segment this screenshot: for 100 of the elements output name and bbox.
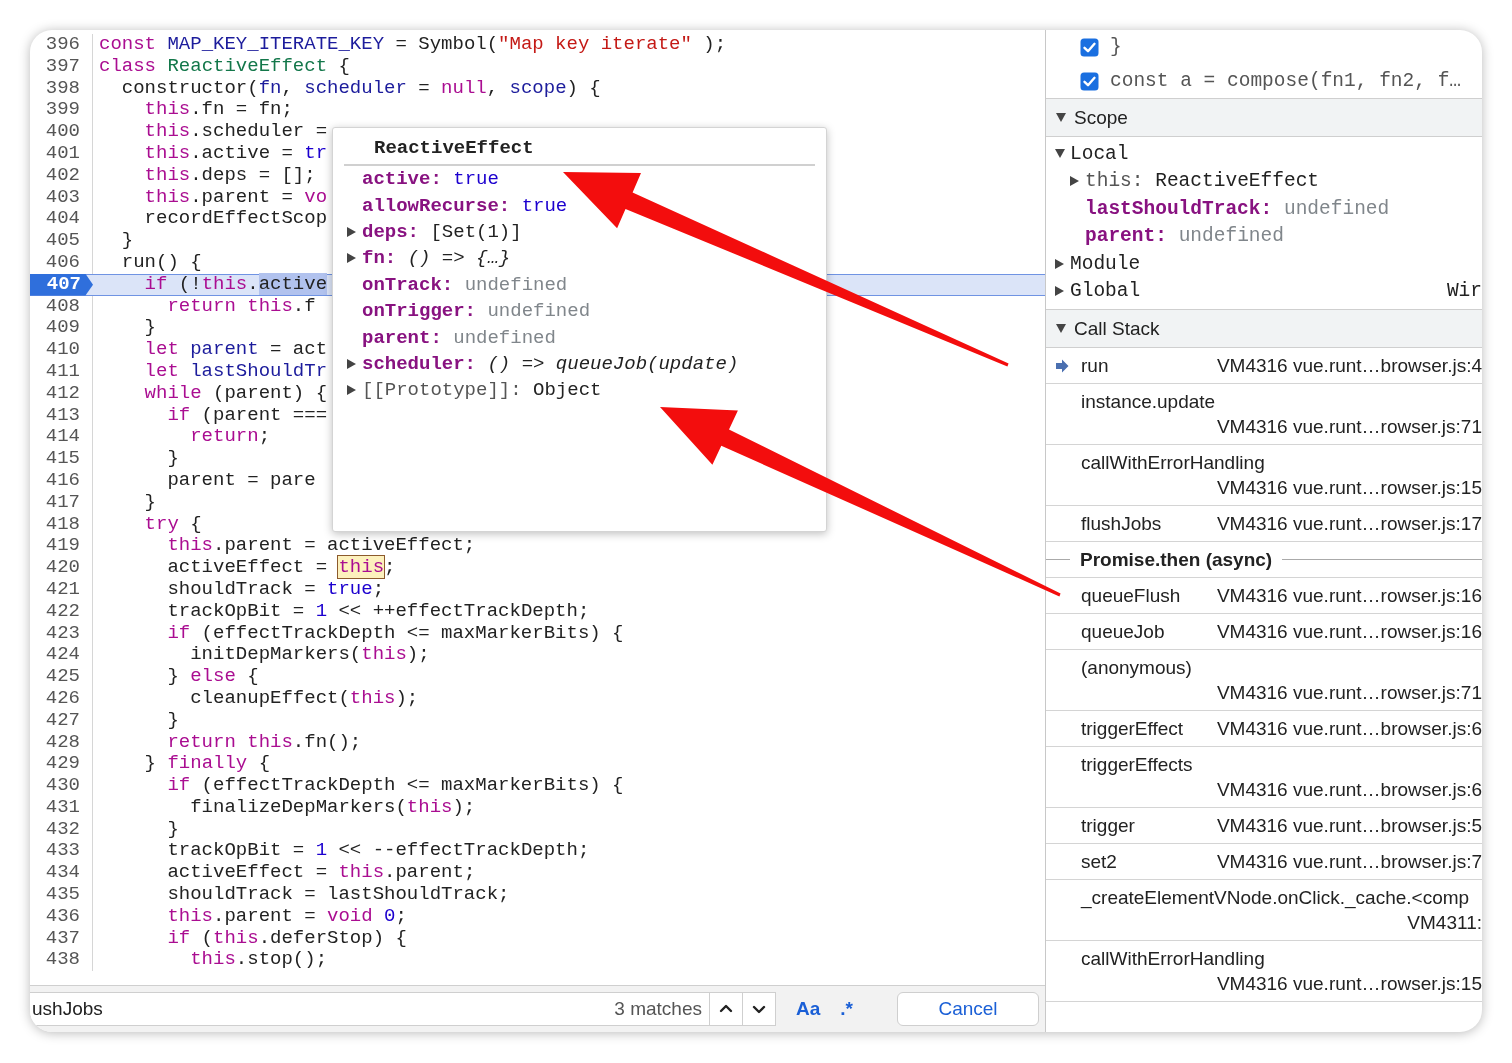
property-entry[interactable]: allowRecurse: true [362, 194, 568, 217]
source-location[interactable]: VM4316 vue.runt…rowser.js:16 [1202, 583, 1482, 608]
property-entry[interactable]: fn: () => {…} [362, 247, 511, 270]
breakpoint-code: const a = compose(fn1, fn2, f… [1110, 70, 1462, 92]
line-number: 424 [30, 644, 93, 667]
line-number: 396 [30, 34, 93, 56]
scope-variable: parent: undefined [1085, 225, 1284, 248]
line-number: 410 [30, 339, 93, 361]
line-number: 400 [30, 121, 93, 143]
property-entry[interactable]: onTrack: undefined [362, 273, 568, 296]
property-entry[interactable]: scheduler: () => queueJob(update) [362, 352, 739, 375]
line-number: 412 [30, 382, 93, 405]
source-location[interactable]: VM4316 vue.runt…rowser.js:15 [1202, 971, 1482, 996]
match-case-toggle[interactable]: Aa [796, 998, 821, 1020]
code-line: return; [189, 426, 271, 449]
function-name[interactable]: triggerEffects [1081, 752, 1193, 777]
property-entry[interactable]: onTrigger: undefined [362, 300, 591, 323]
line-number: 399 [30, 99, 93, 122]
source-location[interactable]: VM4316 vue.runt…rowser.js:71 [1202, 414, 1482, 439]
regex-toggle[interactable]: .* [840, 998, 853, 1020]
code-line: recordEffectScop [143, 208, 328, 231]
code-line: initDepMarkers(this); [189, 644, 430, 667]
source-location[interactable]: VM4316 vue.runt…rowser.js:71 [1202, 680, 1482, 705]
code-line: if (!this.active [143, 273, 328, 296]
code-line: if (effectTrackDepth <= maxMarkerBits) { [166, 622, 624, 645]
function-name[interactable]: instance.update [1081, 389, 1216, 414]
source-location[interactable]: VM4316 vue.runt…rowser.js:16 [1202, 619, 1482, 644]
section-header[interactable]: Call Stack [1046, 309, 1482, 348]
function-name[interactable]: trigger [1081, 813, 1185, 838]
code-line: try { [143, 513, 202, 536]
code-line: this.stop(); [189, 949, 328, 972]
popover-title: ReactiveEffect [344, 134, 815, 166]
line-number: 433 [30, 840, 93, 863]
function-name[interactable]: run [1081, 353, 1185, 378]
code-line: activeEffect = this; [166, 557, 396, 579]
function-name[interactable]: set2 [1081, 849, 1185, 874]
code-line: } [166, 709, 179, 732]
code-line: } [143, 317, 156, 340]
property-entry[interactable]: parent: undefined [362, 326, 556, 349]
property-entry[interactable]: [[Prototype]]: Object [362, 379, 602, 402]
scope-group[interactable]: Module [1070, 252, 1141, 275]
checkbox[interactable] [1080, 37, 1099, 57]
line-number: 414 [30, 426, 93, 449]
next-match-button[interactable] [743, 992, 776, 1026]
source-location[interactable]: VM4316 vue.runt…rowser.js:17 [1202, 511, 1482, 536]
line-number: 415 [30, 448, 93, 470]
cancel-button[interactable]: Cancel [897, 992, 1039, 1026]
checkbox[interactable] [1080, 71, 1099, 91]
property-entry[interactable]: deps: [Set(1)] [362, 220, 522, 243]
code-line: parent = pare [166, 469, 316, 492]
line-number: 409 [30, 317, 93, 340]
source-location[interactable]: VM4316 vue.runt…browser.js:4 [1202, 353, 1482, 378]
function-name[interactable]: queueJob [1081, 619, 1185, 644]
line-number: 432 [30, 818, 93, 841]
line-number: 435 [30, 884, 93, 906]
code-line: const MAP_KEY_ITERATE_KEY = Symbol("Map key iterate" ); [98, 34, 727, 56]
line-number: 416 [30, 469, 93, 492]
property-entry[interactable]: active: true [362, 168, 499, 191]
line-number: 406 [30, 251, 93, 274]
source-location[interactable]: VM4316 vue.runt…rowser.js:15 [1202, 475, 1482, 500]
source-location[interactable]: VM4316 vue.runt…browser.js:5 [1202, 813, 1482, 838]
function-name[interactable]: _createElementVNode.onClick._cache.<comp [1081, 885, 1470, 910]
code-line: } [143, 491, 156, 514]
section-header[interactable]: Scope [1046, 98, 1482, 137]
function-name[interactable]: (anonymous) [1081, 655, 1192, 680]
code-line: this.scheduler = [143, 121, 328, 143]
scope-group[interactable]: Global [1070, 280, 1141, 303]
code-line: this.deps = []; [143, 164, 316, 187]
line-number: 437 [30, 927, 93, 950]
source-location[interactable]: VM4316 vue.runt…browser.js:7 [1202, 849, 1482, 874]
function-name[interactable]: triggerEffect [1081, 716, 1185, 741]
code-line: class ReactiveEffect { [98, 55, 350, 78]
function-name[interactable]: callWithErrorHandling [1081, 946, 1265, 971]
code-line: return this.fn(); [166, 731, 362, 754]
line-number: 436 [30, 905, 93, 928]
line-number: 403 [30, 186, 93, 209]
line-number: 404 [30, 208, 93, 231]
scope-variable[interactable]: this: ReactiveEffect [1085, 170, 1320, 193]
source-location[interactable]: VM4311: [1202, 910, 1482, 935]
function-name[interactable]: flushJobs [1081, 511, 1185, 536]
code-line: shouldTrack = true; [166, 578, 385, 601]
line-number: 419 [30, 535, 93, 558]
code-line: return this.f [166, 295, 316, 318]
scope-group[interactable]: Local [1070, 142, 1129, 165]
breakpoint-code: } [1110, 36, 1122, 58]
line-number: 425 [30, 666, 93, 688]
function-name[interactable]: callWithErrorHandling [1081, 450, 1265, 475]
line-number: 405 [30, 230, 93, 252]
code-line: trackOpBit = 1 << ++effectTrackDepth; [166, 600, 590, 623]
code-line: this.parent = void 0; [166, 905, 407, 928]
source-location[interactable]: VM4316 vue.runt…browser.js:6 [1202, 716, 1482, 741]
line-number: 429 [30, 753, 93, 776]
scope-value: Wir [1446, 280, 1482, 303]
code-line: activeEffect = this.parent; [166, 862, 476, 885]
code-line: if (parent === [166, 404, 328, 427]
line-number: 423 [30, 622, 93, 645]
source-location[interactable]: VM4316 vue.runt…browser.js:6 [1202, 777, 1482, 802]
line-number: 426 [30, 687, 93, 710]
function-name[interactable]: queueFlush [1081, 583, 1185, 608]
previous-match-button[interactable] [710, 992, 743, 1026]
